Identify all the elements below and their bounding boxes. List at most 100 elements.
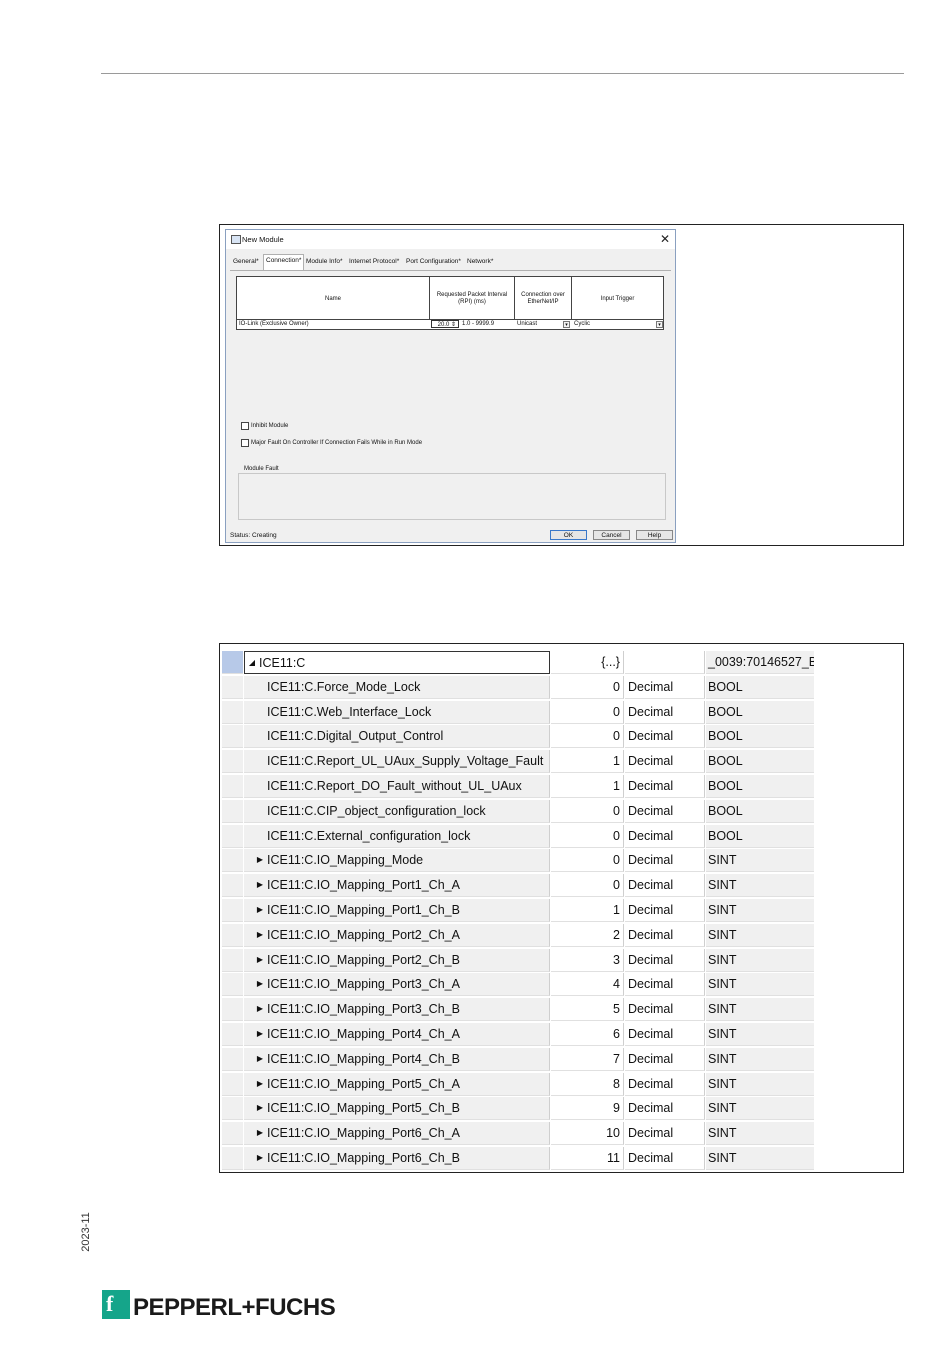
tag-value[interactable]: 2 [551, 923, 624, 947]
tag-name-cell[interactable]: ▶ ICE11:C.IO_Mapping_Mode [244, 849, 550, 873]
tag-value[interactable]: 0 [551, 700, 624, 724]
expand-arrow-icon[interactable]: ▶ [255, 1023, 265, 1045]
table-row[interactable]: ICE11:C.Digital_Output_Control 0 Decimal BO… [220, 724, 903, 749]
table-row[interactable]: ICE11:C.CIP_object_configuration_lock 0 De… [220, 799, 903, 823]
table-row[interactable]: ▶ ICE11:C.IO_Mapping_Port4_Ch_B 7 Decimal SI… [220, 1047, 903, 1071]
tab-network[interactable]: Network* [467, 256, 493, 269]
row-selector[interactable] [222, 899, 243, 922]
expand-arrow-icon[interactable]: ▶ [255, 973, 265, 995]
row-selector[interactable] [222, 775, 243, 798]
expand-arrow-icon[interactable]: ▶ [255, 849, 265, 871]
tag-style[interactable]: Decimal [625, 899, 705, 922]
rpi-input[interactable]: 20.0 ⇕ [431, 320, 459, 328]
tag-name-cell[interactable]: ▶ ICE11:C.IO_Mapping_Port5_Ch_A [244, 1072, 550, 1096]
table-row[interactable]: ICE11:C.Report_DO_Fault_without_UL_UAux 1… [220, 774, 903, 798]
row-selector[interactable] [222, 874, 243, 898]
tag-value[interactable]: 8 [551, 1072, 624, 1096]
tag-name-cell[interactable]: ICE11:C.Force_Mode_Lock [244, 675, 550, 699]
inhibit-module-checkbox[interactable] [241, 422, 249, 430]
table-row[interactable]: ▶ ICE11:C.IO_Mapping_Port4_Ch_A 6 Decimal SI… [220, 1022, 903, 1046]
table-row[interactable]: ▶ ICE11:C.IO_Mapping_Mode 0 Decimal SINT [220, 848, 903, 873]
row-selector[interactable] [222, 1097, 243, 1121]
tag-value[interactable]: 9 [551, 1097, 624, 1121]
row-selector[interactable] [222, 948, 243, 972]
connection-row[interactable]: IO-Link (Exclusive Owner) 20.0 ⇕ 1.0 - 9… [236, 320, 664, 330]
expand-arrow-icon[interactable]: ▶ [255, 1097, 265, 1119]
tag-style[interactable]: Decimal [625, 923, 705, 947]
tag-name-cell[interactable]: ICE11:C.Digital_Output_Control [244, 725, 550, 749]
help-button[interactable]: Help [636, 530, 673, 540]
tab-general[interactable]: General* [233, 256, 259, 269]
tag-name-cell[interactable]: ICE11:C.CIP_object_configuration_lock [244, 799, 550, 823]
row-selector[interactable] [222, 675, 243, 699]
tag-value[interactable]: {...} [551, 651, 624, 674]
table-row[interactable]: ICE11:C.Web_Interface_Lock 0 Decimal BOOL [220, 700, 903, 724]
tag-value[interactable]: 10 [551, 1122, 624, 1146]
table-row[interactable]: ▶ ICE11:C.IO_Mapping_Port1_Ch_B 1 Decimal SI… [220, 898, 903, 922]
row-selector[interactable] [222, 1047, 243, 1071]
expand-arrow-icon[interactable]: ▶ [255, 1122, 265, 1144]
tag-style[interactable] [625, 651, 705, 674]
tag-style[interactable]: Decimal [625, 775, 705, 798]
tag-style[interactable]: Decimal [625, 998, 705, 1022]
connection-type-select[interactable]: Unicast [517, 320, 562, 329]
table-row[interactable]: ▶ ICE11:C.IO_Mapping_Port3_Ch_B 5 Decimal SI… [220, 997, 903, 1022]
table-row[interactable]: ▶ ICE11:C.IO_Mapping_Port2_Ch_A 2 Decimal SI… [220, 923, 903, 947]
row-selector[interactable] [222, 1122, 243, 1146]
tag-name-cell[interactable]: ▶ ICE11:C.IO_Mapping_Port1_Ch_A [244, 874, 550, 898]
tab-module-info[interactable]: Module Info* [306, 256, 343, 269]
row-selector[interactable] [222, 849, 243, 873]
table-row[interactable]: ▶ ICE11:C.IO_Mapping_Port3_Ch_A 4 Decimal SI… [220, 972, 903, 997]
tag-name-cell[interactable]: ▶ ICE11:C.IO_Mapping_Port6_Ch_A [244, 1122, 550, 1146]
tag-name-cell[interactable]: ◢ ICE11:C [244, 651, 550, 674]
row-selector[interactable] [222, 973, 243, 997]
tag-value[interactable]: 0 [551, 849, 624, 873]
expand-arrow-icon[interactable]: ▶ [255, 998, 265, 1020]
chevron-down-icon[interactable]: ▾ [656, 321, 663, 328]
table-row[interactable]: ▶ ICE11:C.IO_Mapping_Port5_Ch_A 8 Decimal SI… [220, 1072, 903, 1096]
row-selector[interactable] [222, 700, 243, 724]
spinner-icon[interactable]: ⇕ [451, 322, 456, 328]
tag-name-cell[interactable]: ▶ ICE11:C.IO_Mapping_Port6_Ch_B [244, 1147, 550, 1170]
expand-arrow-icon[interactable]: ▶ [255, 924, 265, 946]
table-row[interactable]: ICE11:C.Force_Mode_Lock 0 Decimal BOOL [220, 675, 903, 699]
tab-connection[interactable]: Connection* [263, 254, 305, 271]
tag-value[interactable]: 1 [551, 750, 624, 774]
tag-style[interactable]: Decimal [625, 750, 705, 774]
tag-style[interactable]: Decimal [625, 1097, 705, 1121]
tag-style[interactable]: Decimal [625, 849, 705, 873]
tag-value[interactable]: 0 [551, 799, 624, 823]
tag-style[interactable]: Decimal [625, 1122, 705, 1146]
table-row[interactable]: ▶ ICE11:C.IO_Mapping_Port2_Ch_B 3 Decimal SI… [220, 948, 903, 972]
expand-arrow-icon[interactable]: ▶ [255, 874, 265, 896]
tag-style[interactable]: Decimal [625, 948, 705, 972]
tag-style[interactable]: Decimal [625, 725, 705, 749]
tag-style[interactable]: Decimal [625, 1023, 705, 1046]
tag-style[interactable]: Decimal [625, 1072, 705, 1096]
tag-name-cell[interactable]: ICE11:C.Web_Interface_Lock [244, 700, 550, 724]
tag-name-cell[interactable]: ▶ ICE11:C.IO_Mapping_Port2_Ch_A [244, 923, 550, 947]
row-selector[interactable] [222, 1023, 243, 1046]
tag-name-cell[interactable]: ICE11:C.External_configuration_lock [244, 824, 550, 848]
major-fault-checkbox[interactable] [241, 439, 249, 447]
tag-name-cell[interactable]: ICE11:C.Report_DO_Fault_without_UL_UAux [244, 775, 550, 798]
cancel-button[interactable]: Cancel [593, 530, 630, 540]
tag-style[interactable]: Decimal [625, 799, 705, 823]
row-selector[interactable] [222, 725, 243, 749]
tag-name-cell[interactable]: ▶ ICE11:C.IO_Mapping_Port2_Ch_B [244, 948, 550, 972]
expand-arrow-icon[interactable]: ▶ [255, 1147, 265, 1169]
table-row[interactable]: ▶ ICE11:C.IO_Mapping_Port1_Ch_A 0 Decimal SI… [220, 873, 903, 898]
expand-arrow-icon[interactable]: ▶ [255, 1048, 265, 1070]
tag-value[interactable]: 0 [551, 675, 624, 699]
tag-value[interactable]: 6 [551, 1023, 624, 1046]
tag-value[interactable]: 3 [551, 948, 624, 972]
tag-name-cell[interactable]: ▶ ICE11:C.IO_Mapping_Port3_Ch_B [244, 998, 550, 1022]
table-row[interactable]: ▶ ICE11:C.IO_Mapping_Port6_Ch_A 10 Decimal S… [220, 1121, 903, 1146]
table-row[interactable]: ▶ ICE11:C.IO_Mapping_Port5_Ch_B 9 Decimal SI… [220, 1096, 903, 1121]
row-selector[interactable] [222, 651, 243, 674]
tag-name-cell[interactable]: ▶ ICE11:C.IO_Mapping_Port3_Ch_A [244, 973, 550, 997]
table-row[interactable]: ICE11:C.Report_UL_UAux_Supply_Voltage_Fa… [220, 749, 903, 774]
expand-arrow-icon[interactable]: ▶ [255, 1073, 265, 1095]
tag-style[interactable]: Decimal [625, 1047, 705, 1071]
tag-name-cell[interactable]: ▶ ICE11:C.IO_Mapping_Port5_Ch_B [244, 1097, 550, 1121]
